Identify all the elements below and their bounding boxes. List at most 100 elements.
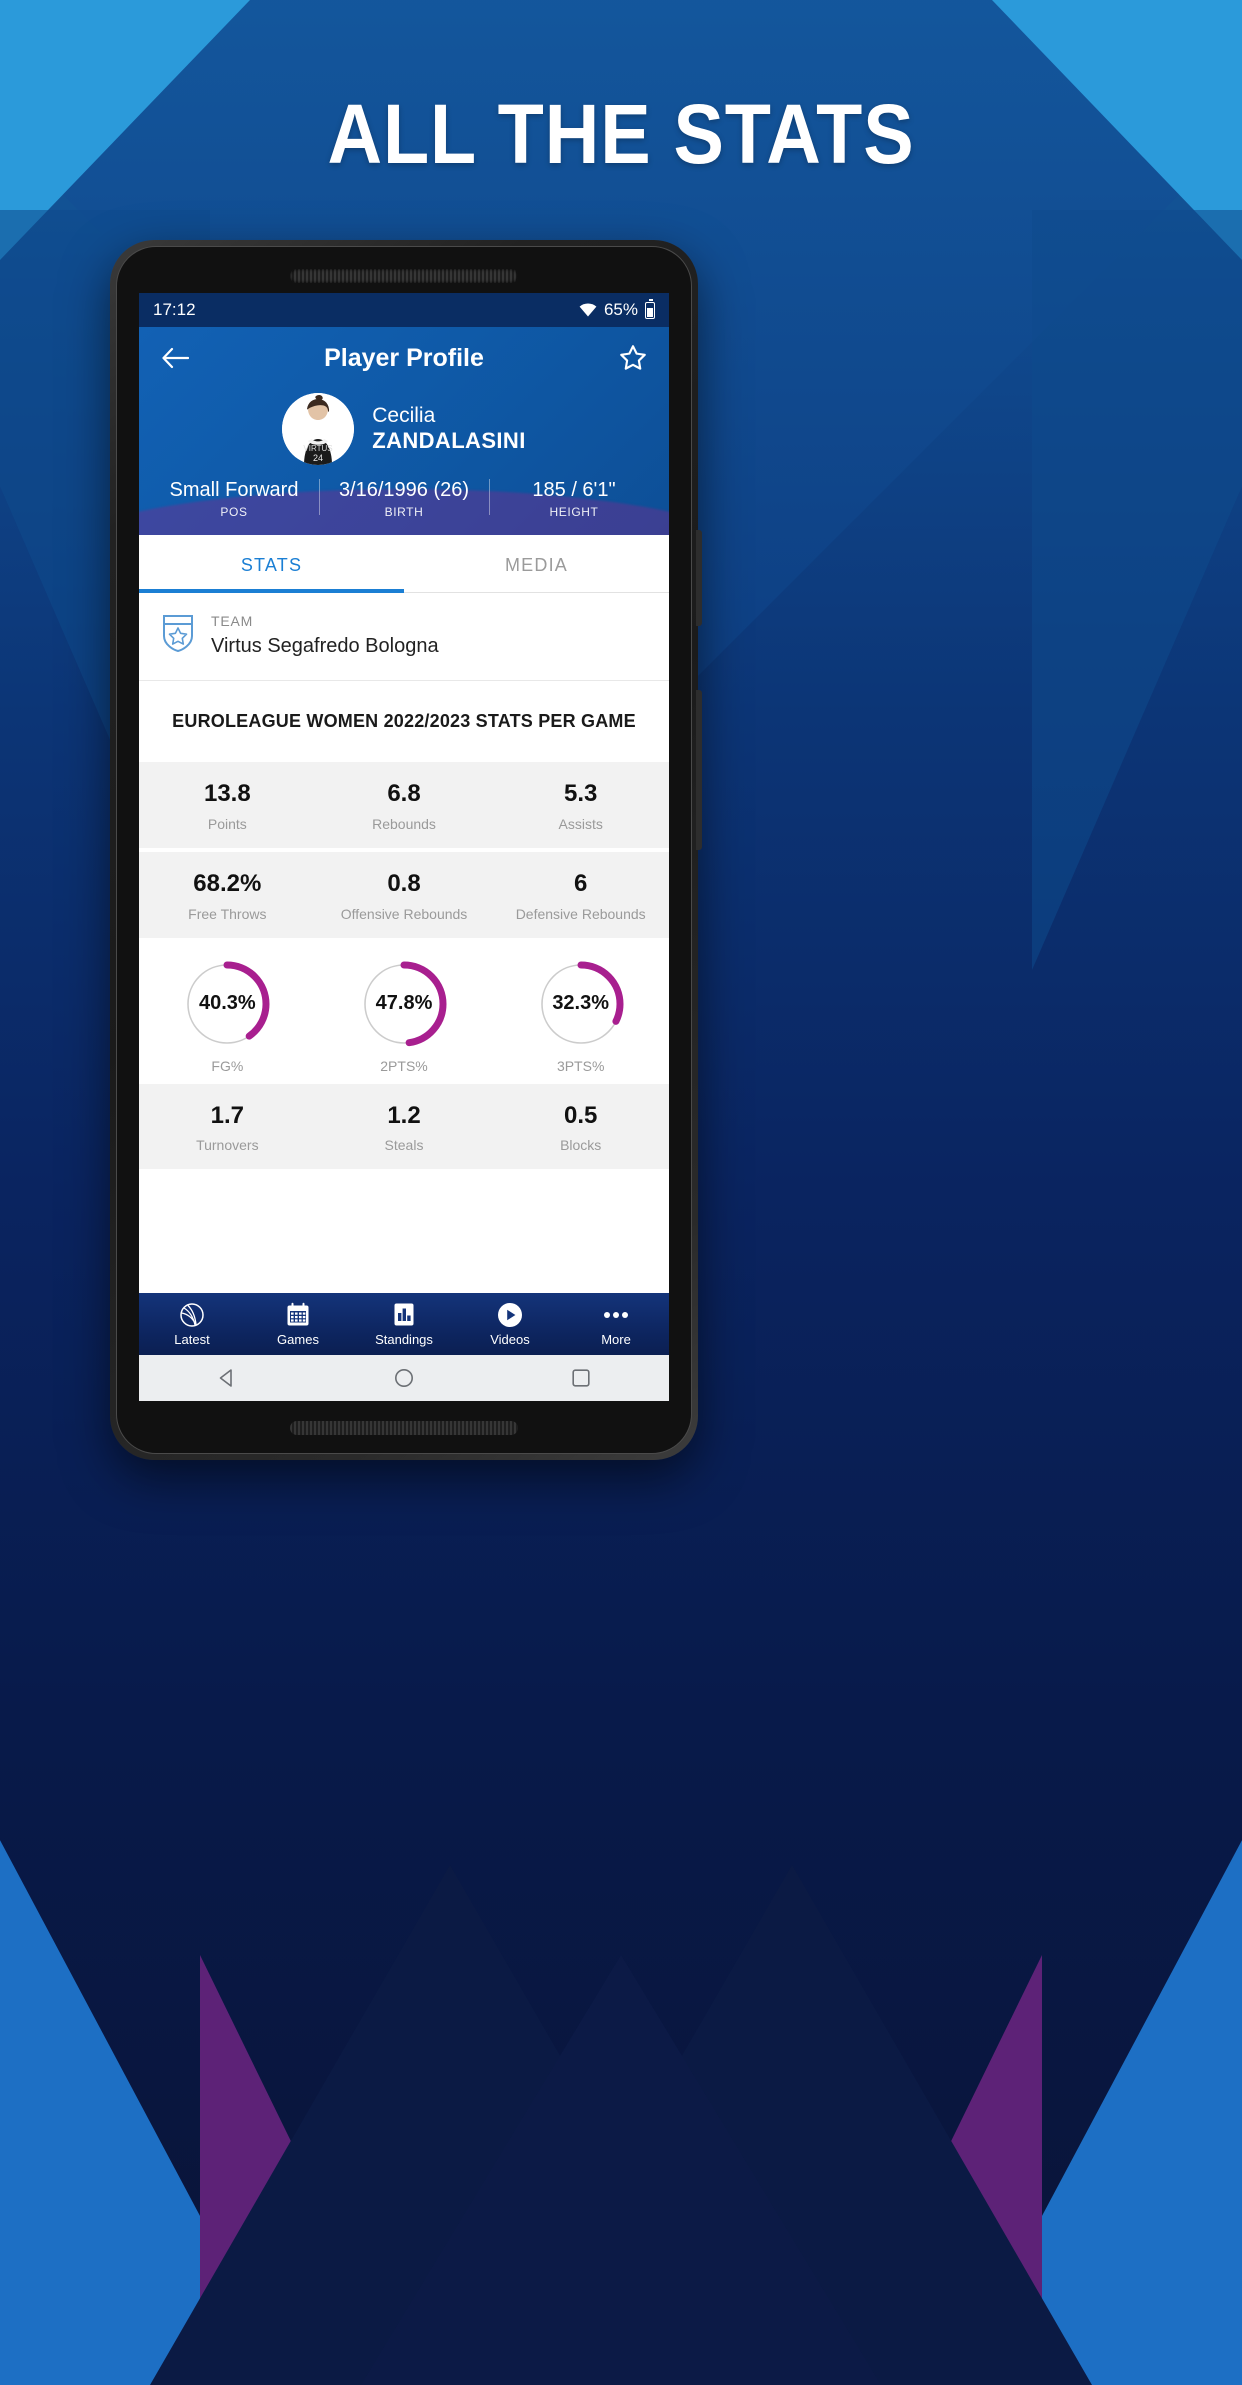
gauge-ring: 32.3% (537, 960, 625, 1048)
stat-value: 5.3 (563, 780, 598, 807)
star-outline-icon[interactable] (613, 338, 653, 378)
bio-height: 185 / 6'1" HEIGHT (489, 477, 659, 519)
team-section[interactable]: TEAM Virtus Segafredo Bologna (139, 593, 669, 681)
basketball-icon (179, 1302, 205, 1328)
nav-item-standings[interactable]: Standings (351, 1302, 457, 1347)
stat-label: Points (207, 815, 247, 832)
gauge-fg: 40.3% FG% (139, 960, 316, 1074)
bio-birth-value: 3/16/1996 (26) (338, 479, 470, 501)
gauge-3pts: 32.3% 3PTS% (492, 960, 669, 1074)
nav-label: Games (277, 1331, 319, 1347)
status-indicators: 65% (579, 298, 655, 320)
nav-label: More (601, 1331, 631, 1347)
tab-media[interactable]: MEDIA (404, 535, 669, 592)
team-label: TEAM (211, 613, 254, 629)
gauge-value: 47.8% (375, 992, 433, 1015)
bio-position-label: POS (220, 505, 248, 519)
bio-birth: 3/16/1996 (26) BIRTH (319, 477, 489, 519)
nav-label: Standings (375, 1331, 433, 1347)
shield-star-icon (161, 613, 195, 658)
bg-wedge-right (1032, 210, 1242, 970)
stat-label: Turnovers (196, 1137, 259, 1154)
profile-tabs: STATS MEDIA (139, 535, 669, 593)
battery-icon (645, 298, 655, 319)
status-time: 17:12 (153, 300, 196, 319)
player-identity: VIRTUS 24 Cecilia ZANDALASINI (139, 389, 669, 477)
stat-rebounds: 6.8 Rebounds (316, 780, 493, 832)
stat-label: Free Throws (188, 905, 267, 922)
android-back-icon[interactable] (214, 1365, 240, 1391)
page-title: Player Profile (324, 343, 484, 372)
status-bar: 17:12 65% (139, 293, 669, 327)
stat-row: 13.8 Points 6.8 Rebounds 5.3 Assists (139, 762, 669, 848)
android-home-icon[interactable] (391, 1365, 417, 1391)
volume-button[interactable] (696, 530, 702, 626)
stat-label: Defensive Rebounds (515, 905, 646, 922)
stat-value: 1.7 (210, 1101, 245, 1129)
stat-row: 68.2% Free Throws 0.8 Offensive Rebounds… (139, 847, 669, 938)
gauge-ring: 47.8% (360, 960, 448, 1048)
bio-height-value: 185 / 6'1" (532, 479, 616, 501)
stat-steals: 1.2 Steals (316, 1102, 493, 1154)
stat-free-throws: 68.2% Free Throws (139, 870, 316, 922)
player-last-name: ZANDALASINI (372, 427, 526, 453)
wifi-icon (579, 303, 597, 317)
earpiece-speaker (290, 269, 518, 283)
player-photo: VIRTUS 24 (282, 393, 355, 465)
stat-defensive-rebounds: 6 Defensive Rebounds (492, 870, 669, 922)
nav-item-videos[interactable]: Videos (457, 1302, 563, 1347)
nav-item-latest[interactable]: Latest (139, 1302, 245, 1347)
stat-value: 0.8 (387, 869, 421, 897)
team-name: Virtus Segafredo Bologna (211, 635, 439, 657)
power-button[interactable] (696, 690, 702, 850)
ellipsis-icon (603, 1302, 629, 1328)
header-bar: Player Profile (139, 327, 669, 389)
bottom-speaker (290, 1421, 518, 1435)
svg-text:VIRTUS: VIRTUS (304, 444, 333, 453)
stat-value: 1.2 (387, 1101, 421, 1129)
gauge-label: 3PTS% (556, 1057, 605, 1074)
stats-section-title: EUROLEAGUE WOMEN 2022/2023 STATS PER GAM… (172, 711, 636, 731)
stat-label: Offensive Rebounds (340, 905, 468, 922)
stat-blocks: 0.5 Blocks (492, 1102, 669, 1154)
phone-device: 17:12 65% Player Profile VIRTUS 24 Cecil… (110, 240, 702, 1460)
stat-value: 6 (574, 869, 588, 897)
stat-offensive-rebounds: 0.8 Offensive Rebounds (316, 870, 493, 922)
tab-stats[interactable]: STATS (139, 535, 404, 593)
promo-headline: ALL THE STATS (327, 87, 915, 181)
phone-body: 17:12 65% Player Profile VIRTUS 24 Cecil… (116, 246, 692, 1454)
bottom-navigation: Latest Games Standings Videos More (139, 1293, 669, 1355)
app-header: Player Profile VIRTUS 24 Cecilia ZANDALA… (139, 327, 669, 535)
stat-label: Steals (384, 1137, 424, 1154)
player-name-block: Cecilia ZANDALASINI (372, 404, 526, 455)
stat-label: Assists (558, 815, 603, 832)
stat-label: Rebounds (372, 815, 436, 832)
calendar-icon (286, 1302, 310, 1328)
team-text: TEAM Virtus Segafredo Bologna (211, 613, 439, 658)
android-recents-icon[interactable] (568, 1365, 594, 1391)
nav-item-games[interactable]: Games (245, 1302, 351, 1347)
bio-birth-label: BIRTH (384, 505, 424, 519)
stat-value: 6.8 (387, 780, 421, 807)
bar-chart-icon (393, 1302, 415, 1328)
nav-item-more[interactable]: More (563, 1302, 669, 1347)
gauge-label: FG% (211, 1057, 244, 1074)
stat-points: 13.8 Points (139, 780, 316, 832)
gauge-value: 40.3% (198, 992, 256, 1015)
android-system-nav (139, 1355, 669, 1401)
gauge-value: 32.3% (552, 992, 610, 1015)
stat-label: Blocks (560, 1137, 602, 1154)
play-circle-icon (497, 1302, 523, 1328)
gauge-ring: 40.3% (183, 960, 271, 1048)
stat-value: 13.8 (203, 780, 251, 807)
player-bio-row: Small Forward POS 3/16/1996 (26) BIRTH 1… (139, 477, 669, 535)
svg-text:24: 24 (313, 453, 323, 463)
gauge-label: 2PTS% (380, 1057, 428, 1074)
stat-row: 1.7 Turnovers 1.2 Steals 0.5 Blocks (139, 1083, 669, 1170)
back-arrow-icon[interactable] (155, 338, 195, 378)
nav-label: Latest (174, 1331, 210, 1347)
shooting-percentage-gauges: 40.3% FG% 47.8% 2PTS% 32.3% 3PTS% (139, 937, 669, 1084)
stat-assists: 5.3 Assists (492, 780, 669, 832)
bio-position: Small Forward POS (149, 477, 319, 519)
bg-chevron-center (361, 1955, 881, 2385)
